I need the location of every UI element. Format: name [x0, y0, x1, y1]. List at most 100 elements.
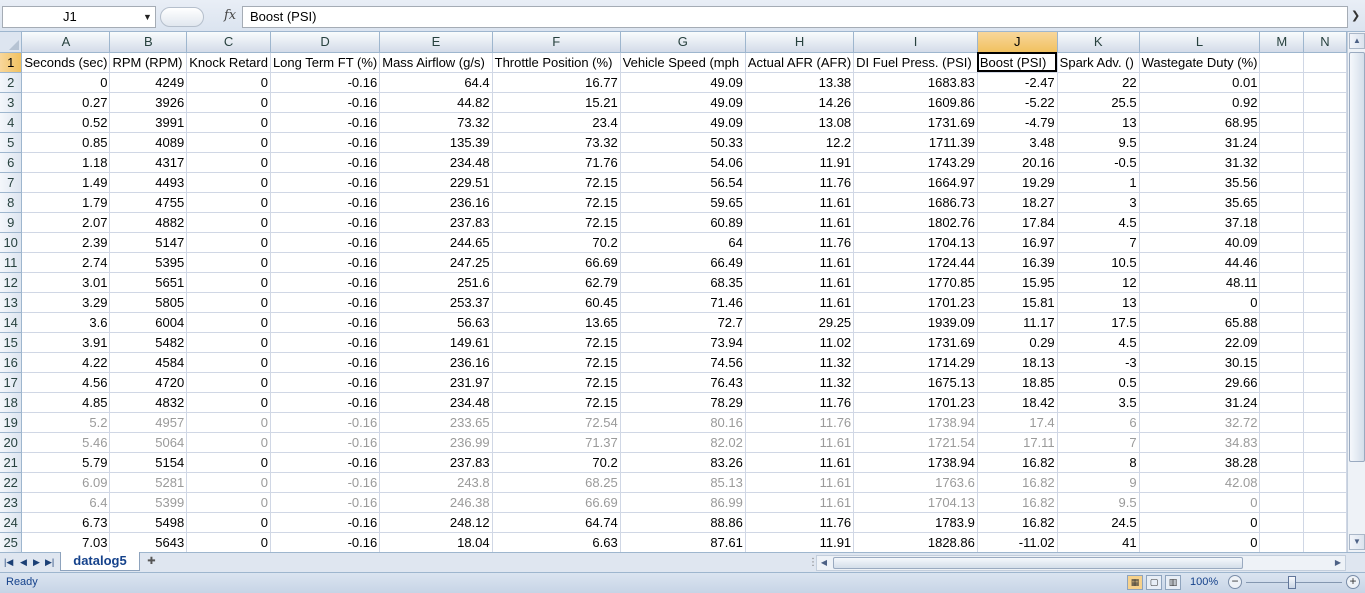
cell[interactable] — [1259, 512, 1304, 533]
cell[interactable]: 7 — [1057, 432, 1140, 453]
header-cell[interactable]: Throttle Position (%) — [492, 52, 621, 73]
cell[interactable]: 5643 — [109, 532, 188, 552]
cell[interactable]: 64.74 — [492, 512, 621, 533]
cell[interactable]: 16.82 — [977, 492, 1058, 513]
cell[interactable]: 64 — [620, 232, 746, 253]
cell[interactable]: 244.65 — [379, 232, 493, 253]
cell[interactable] — [1303, 432, 1347, 453]
horizontal-scrollbar[interactable]: ◀ ▶ — [816, 555, 1346, 571]
cell[interactable]: 1939.09 — [853, 312, 978, 333]
cell[interactable]: 87.61 — [620, 532, 746, 552]
row-header[interactable]: 17 — [0, 372, 23, 393]
cell[interactable]: 0.01 — [1139, 72, 1261, 93]
cell[interactable]: 0 — [186, 292, 271, 313]
cell[interactable]: 2.39 — [21, 232, 111, 253]
cell[interactable]: 1686.73 — [853, 192, 978, 213]
cell[interactable]: 0 — [186, 92, 271, 113]
column-header-a[interactable]: A — [21, 32, 111, 53]
cell[interactable]: -0.16 — [270, 172, 381, 193]
cell[interactable]: 49.09 — [620, 112, 746, 133]
column-header-l[interactable]: L — [1139, 32, 1261, 53]
cell[interactable]: 1724.44 — [853, 252, 978, 273]
cell[interactable]: 5399 — [109, 492, 188, 513]
cell[interactable]: 248.12 — [379, 512, 493, 533]
cell[interactable]: 49.09 — [620, 92, 746, 113]
cell[interactable] — [1303, 192, 1347, 213]
cell[interactable]: 6 — [1057, 412, 1140, 433]
cell[interactable]: 233.65 — [379, 412, 493, 433]
cell[interactable]: 0 — [186, 412, 271, 433]
cell[interactable]: 0 — [186, 512, 271, 533]
cell[interactable]: 30.15 — [1139, 352, 1261, 373]
cell[interactable]: 73.32 — [379, 112, 493, 133]
cell[interactable]: 18.85 — [977, 372, 1058, 393]
cell[interactable] — [1259, 492, 1304, 513]
vertical-scroll-thumb[interactable] — [1349, 52, 1365, 462]
cell[interactable]: 15.21 — [492, 92, 621, 113]
cell[interactable]: 29.25 — [745, 312, 855, 333]
cell[interactable]: -0.16 — [270, 332, 381, 353]
cell[interactable]: 231.97 — [379, 372, 493, 393]
cell[interactable]: 16.97 — [977, 232, 1058, 253]
cell[interactable]: 11.17 — [977, 312, 1058, 333]
cell[interactable]: 7 — [1057, 232, 1140, 253]
horizontal-scroll-thumb[interactable] — [833, 557, 1243, 569]
cell[interactable]: 1 — [1057, 172, 1140, 193]
zoom-in-button[interactable]: + — [1346, 575, 1360, 589]
cell[interactable]: 4317 — [109, 152, 188, 173]
scroll-right-icon[interactable]: ▶ — [1331, 555, 1345, 571]
cell[interactable] — [1259, 132, 1304, 153]
cell[interactable]: 0 — [1139, 532, 1261, 552]
cell[interactable]: 11.61 — [745, 272, 855, 293]
cell[interactable]: 4.56 — [21, 372, 111, 393]
scroll-left-icon[interactable]: ◀ — [817, 555, 831, 571]
column-header-c[interactable]: C — [186, 32, 271, 53]
column-header-j[interactable]: J — [977, 32, 1058, 53]
row-header[interactable]: 24 — [0, 512, 23, 533]
cell[interactable] — [1259, 232, 1304, 253]
cell[interactable]: 4832 — [109, 392, 188, 413]
zoom-out-button[interactable]: − — [1228, 575, 1242, 589]
cell[interactable]: 1738.94 — [853, 412, 978, 433]
cell[interactable]: 3.29 — [21, 292, 111, 313]
cell[interactable]: 0.85 — [21, 132, 111, 153]
header-cell[interactable]: Actual AFR (AFR) — [745, 52, 855, 73]
cell[interactable]: -0.16 — [270, 92, 381, 113]
cell[interactable]: 9.5 — [1057, 132, 1140, 153]
cell[interactable]: 1.49 — [21, 172, 111, 193]
cell[interactable]: -0.16 — [270, 132, 381, 153]
cell[interactable]: 0.92 — [1139, 92, 1261, 113]
cell[interactable] — [1303, 172, 1347, 193]
cell[interactable]: 0 — [1139, 492, 1261, 513]
cell[interactable]: 17.4 — [977, 412, 1058, 433]
cell[interactable]: 35.65 — [1139, 192, 1261, 213]
cell[interactable]: 0 — [186, 532, 271, 552]
cell[interactable] — [1303, 412, 1347, 433]
cell[interactable]: -0.16 — [270, 352, 381, 373]
cell[interactable]: 59.65 — [620, 192, 746, 213]
column-header-k[interactable]: K — [1057, 32, 1140, 53]
cell[interactable]: 5482 — [109, 332, 188, 353]
cell[interactable] — [1303, 492, 1347, 513]
cell[interactable]: 4.85 — [21, 392, 111, 413]
cell[interactable]: 11.61 — [745, 432, 855, 453]
chevron-down-icon[interactable]: ▼ — [143, 8, 152, 26]
last-sheet-icon[interactable]: ▶| — [45, 556, 54, 568]
cell[interactable]: 9.5 — [1057, 492, 1140, 513]
cell[interactable]: 5.79 — [21, 452, 111, 473]
cell[interactable]: 13 — [1057, 112, 1140, 133]
cell[interactable] — [1303, 232, 1347, 253]
cell[interactable]: 86.99 — [620, 492, 746, 513]
cell[interactable] — [1303, 512, 1347, 533]
formula-input[interactable]: Boost (PSI) — [242, 6, 1348, 28]
cell[interactable]: -3 — [1057, 352, 1140, 373]
cell[interactable]: 3991 — [109, 112, 188, 133]
cell[interactable]: -0.16 — [270, 392, 381, 413]
cell[interactable]: 1609.86 — [853, 92, 978, 113]
cell[interactable]: 24.5 — [1057, 512, 1140, 533]
cell[interactable]: 16.39 — [977, 252, 1058, 273]
cell[interactable] — [1259, 352, 1304, 373]
insert-worksheet-icon[interactable]: ✚ — [143, 555, 160, 569]
cell[interactable]: 6.09 — [21, 472, 111, 493]
cell[interactable]: 29.66 — [1139, 372, 1261, 393]
